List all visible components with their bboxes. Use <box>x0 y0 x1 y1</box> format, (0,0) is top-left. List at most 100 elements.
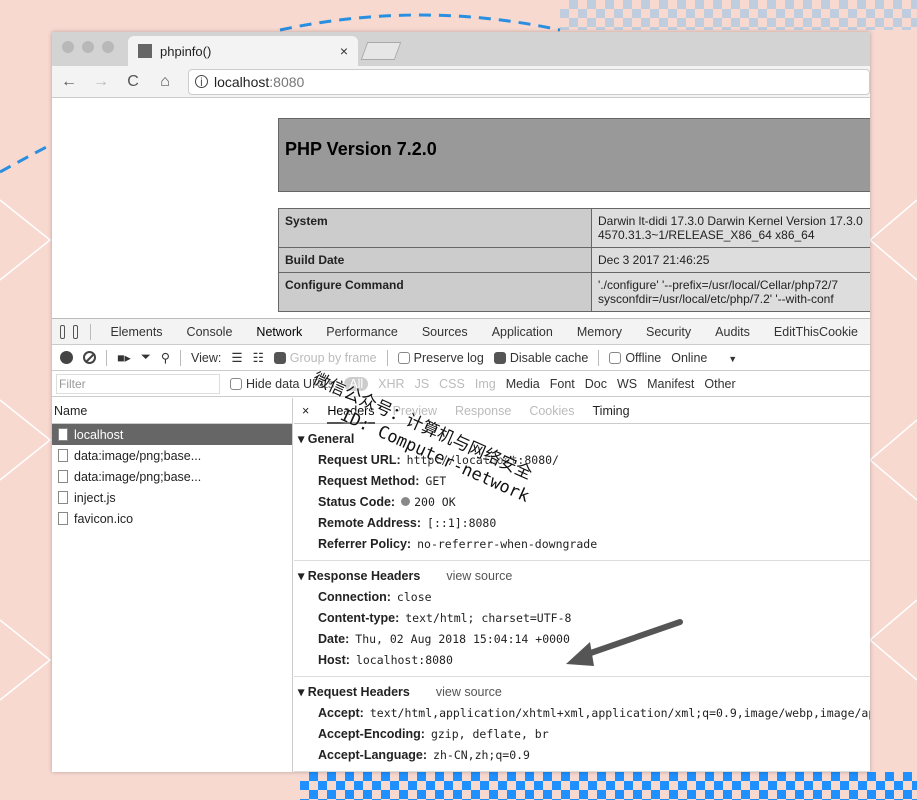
checkbox-icon <box>273 352 286 365</box>
video-camera-icon[interactable]: ■▸ <box>117 350 131 365</box>
device-toolbar-icon[interactable] <box>73 324 79 339</box>
tab-application[interactable]: Application <box>480 325 565 339</box>
filter-type-other[interactable]: Other <box>704 377 735 391</box>
header-value: gzip, deflate, br <box>430 726 549 741</box>
filter-funnel-icon[interactable]: ⏷ <box>141 350 151 365</box>
header-row: Request Method: GET <box>298 470 870 491</box>
close-window-button[interactable] <box>62 41 74 53</box>
name-column-header[interactable]: Name <box>52 398 292 424</box>
header-row: Remote Address: [::1]:8080 <box>298 512 870 533</box>
filter-type-xhr[interactable]: XHR <box>378 377 404 391</box>
section-title: General <box>307 432 355 446</box>
list-item[interactable]: localhost <box>52 424 292 445</box>
throttle-value: Online <box>671 350 708 365</box>
header-key: Accept-Language: <box>318 747 428 762</box>
minimize-window-button[interactable] <box>82 41 94 53</box>
header-value: Thu, 02 Aug 2018 15:04:14 +0000 <box>355 631 570 646</box>
header-row: Date: Thu, 02 Aug 2018 15:04:14 +0000 <box>298 628 870 649</box>
tab-response[interactable]: Response <box>455 404 511 418</box>
response-headers-toggle[interactable]: ▾ Response Headers view source <box>298 565 870 586</box>
tab-network[interactable]: Network <box>244 325 314 339</box>
list-view-icon[interactable]: ☰ <box>231 350 242 365</box>
tab-timing[interactable]: Timing <box>593 404 630 418</box>
tab-sources[interactable]: Sources <box>410 325 480 339</box>
preserve-log-checkbox[interactable]: Preserve log <box>397 351 484 365</box>
header-key: Accept-Encoding: <box>318 726 425 741</box>
view-label: View: <box>191 350 222 365</box>
window-controls <box>62 41 114 53</box>
header-row: Content-type: text/html; charset=UTF-8 <box>298 607 870 628</box>
table-key: Configure Command <box>278 272 592 312</box>
tab-security[interactable]: Security <box>634 325 703 339</box>
tab-memory[interactable]: Memory <box>565 325 634 339</box>
chevron-down-icon: ▼ <box>728 353 738 364</box>
header-value: text/html; charset=UTF-8 <box>405 610 572 625</box>
tab-console[interactable]: Console <box>175 325 245 339</box>
reload-icon[interactable]: C <box>124 73 142 91</box>
checkbox-icon <box>609 352 622 365</box>
forward-icon[interactable]: → <box>92 73 110 91</box>
group-by-frame-label: Group by frame <box>289 350 377 365</box>
detail-tabs: × Headers Preview Response Cookies Timin… <box>294 398 870 424</box>
header-row: Accept-Encoding: gzip, deflate, br <box>298 723 870 744</box>
browser-tab[interactable]: phpinfo() × <box>128 36 358 66</box>
tab-close-icon[interactable]: × <box>340 43 348 59</box>
php-info-table: System Darwin lt-didi 17.3.0 Darwin Kern… <box>278 208 870 312</box>
tab-editthiscookie[interactable]: EditThisCookie <box>762 325 870 339</box>
hide-data-urls-checkbox[interactable]: Hide data URLs <box>230 377 334 391</box>
filter-type-all[interactable]: All <box>344 376 369 391</box>
inspect-element-icon[interactable] <box>60 324 66 339</box>
maximize-window-button[interactable] <box>102 41 114 53</box>
search-icon[interactable]: ⚲ <box>161 350 170 365</box>
request-headers-toggle[interactable]: ▾ Request Headers view source <box>298 681 870 702</box>
back-icon[interactable]: ← <box>60 73 78 91</box>
table-value: Dec 3 2017 21:46:25 <box>591 247 870 273</box>
filter-type-media[interactable]: Media <box>506 377 540 391</box>
list-item[interactable]: inject.js <box>52 487 292 508</box>
new-tab-button[interactable] <box>360 42 402 60</box>
table-row: Build Date Dec 3 2017 21:46:25 <box>278 247 870 273</box>
header-value: text/html,application/xhtml+xml,applicat… <box>369 705 870 720</box>
php-version-title: PHP Version 7.2.0 <box>285 139 437 159</box>
request-name: inject.js <box>74 490 116 505</box>
filter-type-doc[interactable]: Doc <box>585 377 607 391</box>
address-bar[interactable]: i localhost :8080 <box>188 68 870 95</box>
disable-cache-checkbox[interactable]: Disable cache <box>493 351 588 365</box>
tab-cookies[interactable]: Cookies <box>529 404 574 418</box>
list-item[interactable]: data:image/png;base... <box>52 466 292 487</box>
offline-checkbox[interactable]: Offline <box>609 351 661 365</box>
tab-preview[interactable]: Preview <box>393 404 437 418</box>
tab-headers[interactable]: Headers <box>327 404 375 424</box>
record-icon[interactable] <box>60 351 73 364</box>
filter-type-js[interactable]: JS <box>415 377 430 391</box>
tab-favicon-icon <box>138 44 152 58</box>
filter-type-ws[interactable]: WS <box>617 377 637 391</box>
waterfall-view-icon[interactable]: ☷ <box>253 350 264 365</box>
divider <box>598 349 600 366</box>
clear-icon[interactable] <box>83 351 96 364</box>
filter-type-font[interactable]: Font <box>550 377 575 391</box>
filter-type-manifest[interactable]: Manifest <box>647 377 694 391</box>
tab-title: phpinfo() <box>160 43 212 59</box>
tab-audits[interactable]: Audits <box>703 325 762 339</box>
list-item[interactable]: favicon.ico <box>52 508 292 529</box>
group-by-frame-checkbox[interactable]: Group by frame <box>273 350 377 365</box>
header-key: Status Code: <box>318 494 396 509</box>
filter-type-img[interactable]: Img <box>475 377 496 391</box>
filter-type-css[interactable]: CSS <box>439 377 465 391</box>
home-icon[interactable]: ⌂ <box>156 73 174 91</box>
tab-elements[interactable]: Elements <box>98 325 174 339</box>
view-source-link[interactable]: view source <box>446 569 512 583</box>
list-item[interactable]: data:image/png;base... <box>52 445 292 466</box>
info-icon[interactable]: i <box>195 75 208 89</box>
offline-label: Offline <box>625 350 662 365</box>
close-icon[interactable]: × <box>302 404 309 418</box>
tab-performance[interactable]: Performance <box>314 325 410 339</box>
filter-input[interactable]: Filter <box>56 373 220 394</box>
divider <box>386 349 388 366</box>
table-key: Build Date <box>278 247 592 273</box>
general-section-toggle[interactable]: ▾ General <box>298 428 870 449</box>
request-name: data:image/png;base... <box>74 469 202 484</box>
view-source-link[interactable]: view source <box>436 685 502 699</box>
throttle-select[interactable]: Online ▼ <box>671 351 737 365</box>
